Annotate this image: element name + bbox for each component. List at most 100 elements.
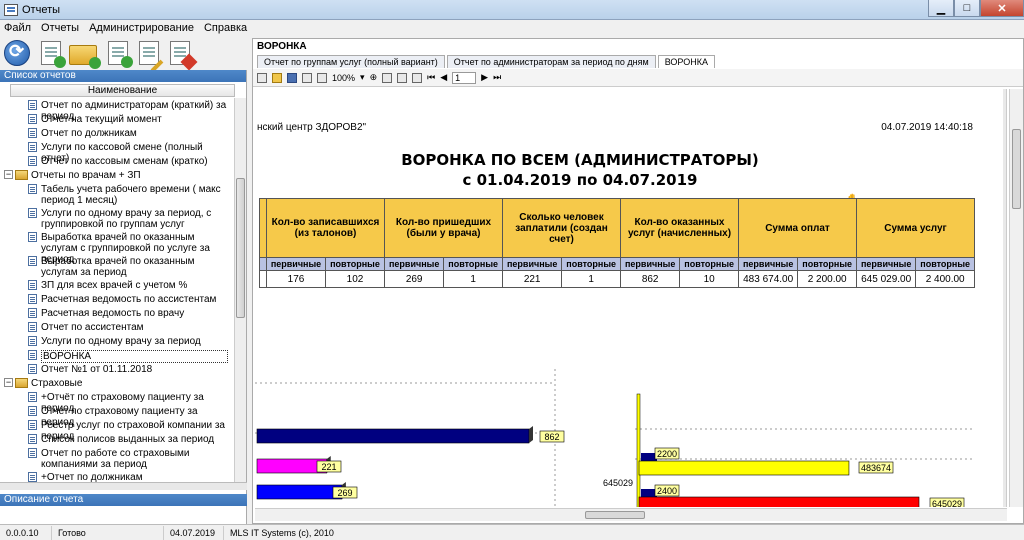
menu-help[interactable]: Справка: [204, 22, 247, 34]
tree-item-label: Табель учета рабочего времени ( макс пер…: [41, 184, 221, 206]
delete-report-icon[interactable]: [170, 41, 198, 71]
tree-item[interactable]: Выработка врачей по оказанным услугам за…: [28, 256, 228, 278]
edit-report-icon[interactable]: [139, 41, 164, 73]
add-report-icon[interactable]: [108, 41, 133, 68]
tab-services-groups[interactable]: Отчет по группам услуг (полный вариант): [257, 55, 445, 68]
tree-folder[interactable]: − Страховые: [4, 378, 224, 389]
sub-repeat: повторные: [679, 257, 739, 271]
viewer-toolbar: 100% ▾ ⊕ ⏮ ◀ 1 ▶ ⏭: [253, 69, 1023, 87]
report-horizontal-scrollbar[interactable]: [255, 508, 1007, 521]
tree-item[interactable]: Отчет по кассовым сменам (кратко): [28, 156, 228, 167]
tree-item[interactable]: Табель учета рабочего времени ( макс пер…: [28, 184, 228, 206]
tree-item[interactable]: Отчет по ассистентам: [28, 322, 228, 333]
tree-item[interactable]: ЗП для всех врачей с учетом %: [28, 280, 228, 291]
zoom-select[interactable]: 100%: [332, 73, 355, 83]
refresh-icon[interactable]: [4, 40, 30, 66]
table-cell: 176: [266, 270, 326, 288]
menu-admin[interactable]: Администрирование: [89, 22, 194, 34]
table-row: 176 102 269 1 221 1 862 10 483 674.00 2 …: [259, 270, 975, 288]
new-folder-icon[interactable]: [69, 45, 101, 69]
zoom-in-icon[interactable]: ⊕: [370, 72, 378, 83]
tree-item[interactable]: Отчет по должникам: [28, 128, 228, 139]
report-icon: [28, 280, 37, 290]
report-icon: [28, 308, 37, 318]
panel-splitter[interactable]: [0, 482, 247, 490]
zoom-dropdown-icon[interactable]: ▾: [360, 72, 365, 83]
chart2-data-label: 483674: [861, 463, 891, 473]
export-icon[interactable]: [302, 72, 312, 83]
last-page-icon[interactable]: ⏭: [493, 72, 501, 83]
tab-admins-by-days[interactable]: Отчет по администраторам за период по дн…: [446, 55, 656, 68]
report-icon: [28, 156, 37, 166]
report-icon: [28, 114, 37, 124]
status-copyright: MLS IT Systems (c), 2010: [230, 527, 334, 538]
table-corner: [259, 198, 267, 258]
menu-reports[interactable]: Отчеты: [41, 22, 79, 34]
print-icon[interactable]: [257, 72, 267, 83]
table-cell: 862: [619, 270, 681, 288]
page-number-input[interactable]: 1: [452, 71, 477, 84]
tree-item-label: Расчетная ведомость по ассистентам: [41, 294, 217, 305]
report-tree: Отчет по администраторам (краткий) за пе…: [0, 98, 234, 490]
report-icon: [28, 364, 37, 374]
table-cell: 1: [561, 270, 621, 288]
table-cell: 645 029.00: [855, 270, 917, 288]
tree-item[interactable]: Расчетная ведомость по ассистентам: [28, 294, 228, 305]
report-icon: [28, 100, 37, 110]
tree-item[interactable]: ВОРОНКА: [28, 350, 228, 363]
tab-funnel[interactable]: ВОРОНКА: [657, 55, 715, 68]
table-cell: 10: [679, 270, 739, 288]
chart1-data-label: 221: [321, 462, 336, 472]
folder-icon: [15, 378, 28, 388]
report-icon: [28, 322, 37, 332]
collapse-icon[interactable]: −: [4, 378, 13, 387]
tree-item[interactable]: Список полисов выданных за период: [28, 434, 228, 445]
sub-repeat: повторные: [325, 257, 385, 271]
fit-page-icon[interactable]: [397, 72, 408, 83]
tree-item[interactable]: Отчет №1 от 01.11.2018: [28, 364, 228, 375]
report-vertical-scrollbar[interactable]: [1009, 89, 1023, 507]
report-period: с 01.04.2019 по 04.07.2019: [462, 171, 698, 189]
save-icon[interactable]: [287, 72, 297, 83]
report-icon: [28, 392, 37, 402]
menu-bar: Файл Отчеты Администрирование Справка: [0, 20, 1024, 36]
chart2-data-label: 2200: [657, 449, 677, 459]
minimize-button[interactable]: ▁: [928, 0, 954, 17]
tree-item[interactable]: Расчетная ведомость по врачу: [28, 308, 228, 319]
tree-item-label: Выработка врачей по оказанным услугам за…: [41, 256, 195, 278]
tree-folder[interactable]: − Отчеты по врачам + ЗП: [4, 170, 224, 181]
tree-item-label: ЗП для всех врачей с учетом %: [41, 280, 188, 291]
tree-item[interactable]: Услуги по одному врачу за период: [28, 336, 228, 347]
find-icon[interactable]: [382, 72, 393, 83]
maximize-button[interactable]: □: [954, 0, 980, 17]
open-icon[interactable]: [272, 72, 282, 83]
sub-primary: первичные: [266, 257, 326, 271]
report-icon: [28, 420, 37, 430]
new-report-icon[interactable]: [41, 41, 66, 68]
tree-item[interactable]: Услуги по одному врачу за период, с груп…: [28, 208, 228, 230]
tree-item-label: Услуги по одному врачу за период, с груп…: [41, 208, 212, 230]
first-page-icon[interactable]: ⏮: [427, 72, 435, 83]
prev-page-icon[interactable]: ◀: [440, 72, 447, 83]
report-icon: [28, 184, 37, 194]
col-header-services-sum: Сумма услуг: [856, 198, 975, 258]
page-view-icon[interactable]: [412, 72, 423, 83]
tree-item-label: Отчет по работе со страховыми компаниями…: [41, 448, 190, 470]
tree-item[interactable]: Отчет по работе со страховыми компаниями…: [28, 448, 228, 470]
funnel-charts: 86222126910222004836742400645029645029: [255, 369, 975, 507]
chart2-bar: [638, 460, 850, 476]
next-page-icon[interactable]: ▶: [481, 72, 488, 83]
report-icon: [28, 208, 37, 218]
collapse-icon[interactable]: −: [4, 170, 13, 179]
report-datetime: 04.07.2019 14:40:18: [881, 122, 973, 133]
table-cell: 483 674.00: [737, 270, 799, 288]
close-button[interactable]: ✕: [980, 0, 1024, 17]
report-list-scrollbar[interactable]: [234, 98, 246, 490]
name-column-header[interactable]: Наименование: [10, 84, 235, 97]
menu-file[interactable]: Файл: [4, 22, 31, 34]
row-corner: [259, 270, 267, 288]
sub-primary: первичные: [501, 257, 563, 271]
window-title: Отчеты: [22, 3, 61, 16]
tree-item[interactable]: Отчет на текущий момент: [28, 114, 228, 125]
page-setup-icon[interactable]: [317, 72, 327, 83]
